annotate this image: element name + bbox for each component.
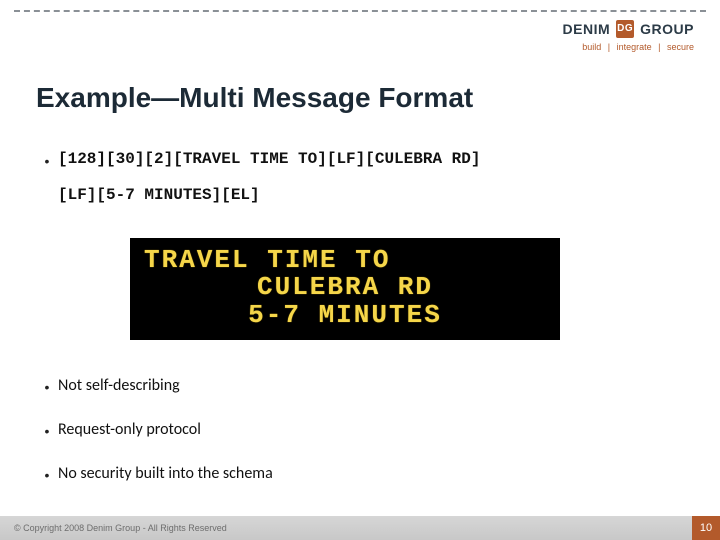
brand-tag-2: integrate bbox=[617, 42, 652, 52]
brand-tag-sep2: | bbox=[654, 42, 664, 52]
list-item: • No security built into the schema bbox=[36, 464, 684, 486]
list-item: • Not self-describing bbox=[36, 376, 684, 398]
sign-line-1: TRAVEL TIME TO bbox=[140, 247, 550, 274]
page-number: 10 bbox=[692, 516, 720, 540]
bottom-bullets: • Not self-describing • Request-only pro… bbox=[36, 376, 684, 508]
bullet-dot-icon: • bbox=[36, 464, 58, 486]
copyright-text: © Copyright 2008 Denim Group - All Right… bbox=[0, 523, 227, 533]
brand-tag-sep1: | bbox=[604, 42, 614, 52]
brand-name-1: DENIM bbox=[563, 21, 611, 37]
brand-tag-1: build bbox=[582, 42, 601, 52]
code-block: • [128][30][2][TRAVEL TIME TO][LF][CULEB… bbox=[36, 150, 684, 204]
bullet-dot-icon: • bbox=[36, 376, 58, 398]
list-item: • Request-only protocol bbox=[36, 420, 684, 442]
code-line-1: [128][30][2][TRAVEL TIME TO][LF][CULEBRA… bbox=[58, 150, 480, 168]
sign-line-2: CULEBRA RD bbox=[140, 274, 550, 301]
bullet-1: Not self-describing bbox=[58, 376, 180, 395]
slide: DENIM DG GROUP build | integrate | secur… bbox=[0, 0, 720, 540]
brand-name-2: GROUP bbox=[640, 21, 694, 37]
bullet-dot-icon: • bbox=[36, 420, 58, 442]
brand-name: DENIM DG GROUP bbox=[563, 20, 694, 38]
brand-block: DENIM DG GROUP build | integrate | secur… bbox=[563, 20, 694, 52]
code-row: • [128][30][2][TRAVEL TIME TO][LF][CULEB… bbox=[36, 150, 684, 172]
brand-logo-icon: DG bbox=[616, 20, 634, 38]
bullet-2: Request-only protocol bbox=[58, 420, 201, 439]
footer-bar: © Copyright 2008 Denim Group - All Right… bbox=[0, 516, 720, 540]
brand-tagline: build | integrate | secure bbox=[563, 42, 694, 52]
page-title: Example—Multi Message Format bbox=[36, 82, 684, 114]
code-line-2: [LF][5-7 MINUTES][EL] bbox=[58, 186, 684, 204]
sign-line-3: 5-7 MINUTES bbox=[140, 302, 550, 329]
bullet-dot-icon: • bbox=[36, 150, 58, 172]
top-dashed-rule bbox=[14, 10, 706, 12]
bullet-3: No security built into the schema bbox=[58, 464, 273, 483]
dms-sign: TRAVEL TIME TO CULEBRA RD 5-7 MINUTES bbox=[130, 238, 560, 340]
brand-tag-3: secure bbox=[667, 42, 694, 52]
